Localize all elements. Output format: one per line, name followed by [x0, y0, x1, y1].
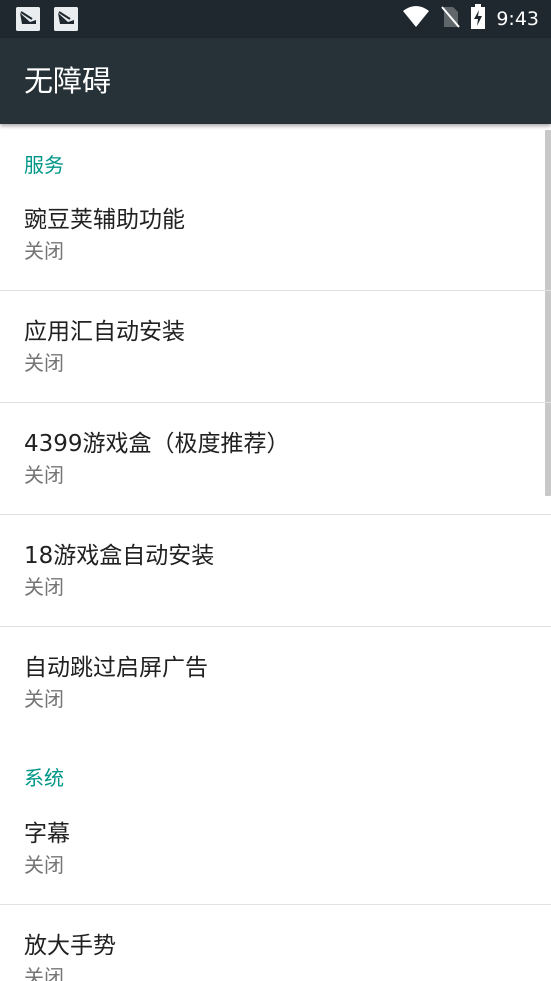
item-title: 自动跳过启屏广告 — [24, 655, 208, 681]
item-summary: 关闭 — [24, 853, 64, 877]
wifi-icon — [402, 6, 430, 32]
page-title: 无障碍 — [24, 64, 112, 98]
status-bar: 9:43 — [0, 0, 551, 38]
item-title: 18游戏盒自动安装 — [24, 543, 215, 569]
app-notification-icon — [16, 7, 40, 31]
no-sim-icon — [440, 5, 461, 33]
app-bar: 无障碍 — [0, 38, 551, 124]
battery-charging-icon — [470, 4, 486, 34]
item-summary: 关闭 — [24, 965, 64, 981]
item-summary: 关闭 — [24, 687, 64, 711]
item-summary: 关闭 — [24, 463, 64, 487]
item-summary: 关闭 — [24, 575, 64, 599]
list-item[interactable]: 自动跳过启屏广告 关闭 — [0, 627, 551, 738]
list-item[interactable]: 豌豆荚辅助功能 关闭 — [0, 190, 551, 290]
list-item[interactable]: 应用汇自动安装 关闭 — [0, 291, 551, 402]
list-item[interactable]: 字幕 关闭 — [0, 804, 551, 904]
section-header-system: 系统 — [24, 766, 64, 790]
item-summary: 关闭 — [24, 351, 64, 375]
item-title: 应用汇自动安装 — [24, 319, 185, 345]
list-item[interactable]: 4399游戏盒（极度推荐） 关闭 — [0, 403, 551, 514]
settings-list[interactable]: 服务 豌豆荚辅助功能 关闭 应用汇自动安装 关闭 4399游戏盒（极度推荐） 关… — [0, 124, 551, 981]
list-item[interactable]: 放大手势 关闭 — [0, 905, 551, 981]
item-title: 4399游戏盒（极度推荐） — [24, 431, 290, 457]
item-title: 豌豆荚辅助功能 — [24, 207, 185, 233]
system-status-icons: 9:43 — [402, 4, 539, 34]
section-header-services: 服务 — [24, 153, 64, 177]
status-time: 9:43 — [496, 8, 539, 30]
list-item[interactable]: 18游戏盒自动安装 关闭 — [0, 515, 551, 626]
notification-icons — [16, 7, 78, 31]
item-title: 放大手势 — [24, 933, 116, 959]
item-title: 字幕 — [24, 821, 70, 847]
item-summary: 关闭 — [24, 239, 64, 263]
app-notification-icon — [54, 7, 78, 31]
